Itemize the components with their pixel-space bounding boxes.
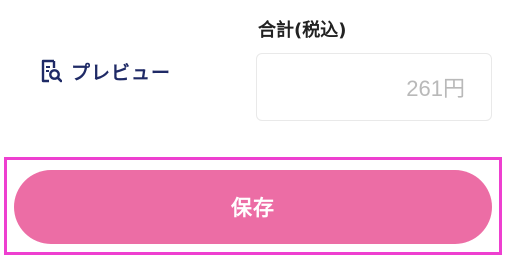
total-label: 合計(税込) [258,20,347,41]
preview-label: プレビュー [71,61,172,84]
preview-link[interactable]: プレビュー [40,58,171,84]
total-value: 261円 [406,76,465,101]
save-button[interactable]: 保存 [14,170,492,244]
total-field: 261円 [256,53,492,121]
document-search-icon [40,59,62,83]
